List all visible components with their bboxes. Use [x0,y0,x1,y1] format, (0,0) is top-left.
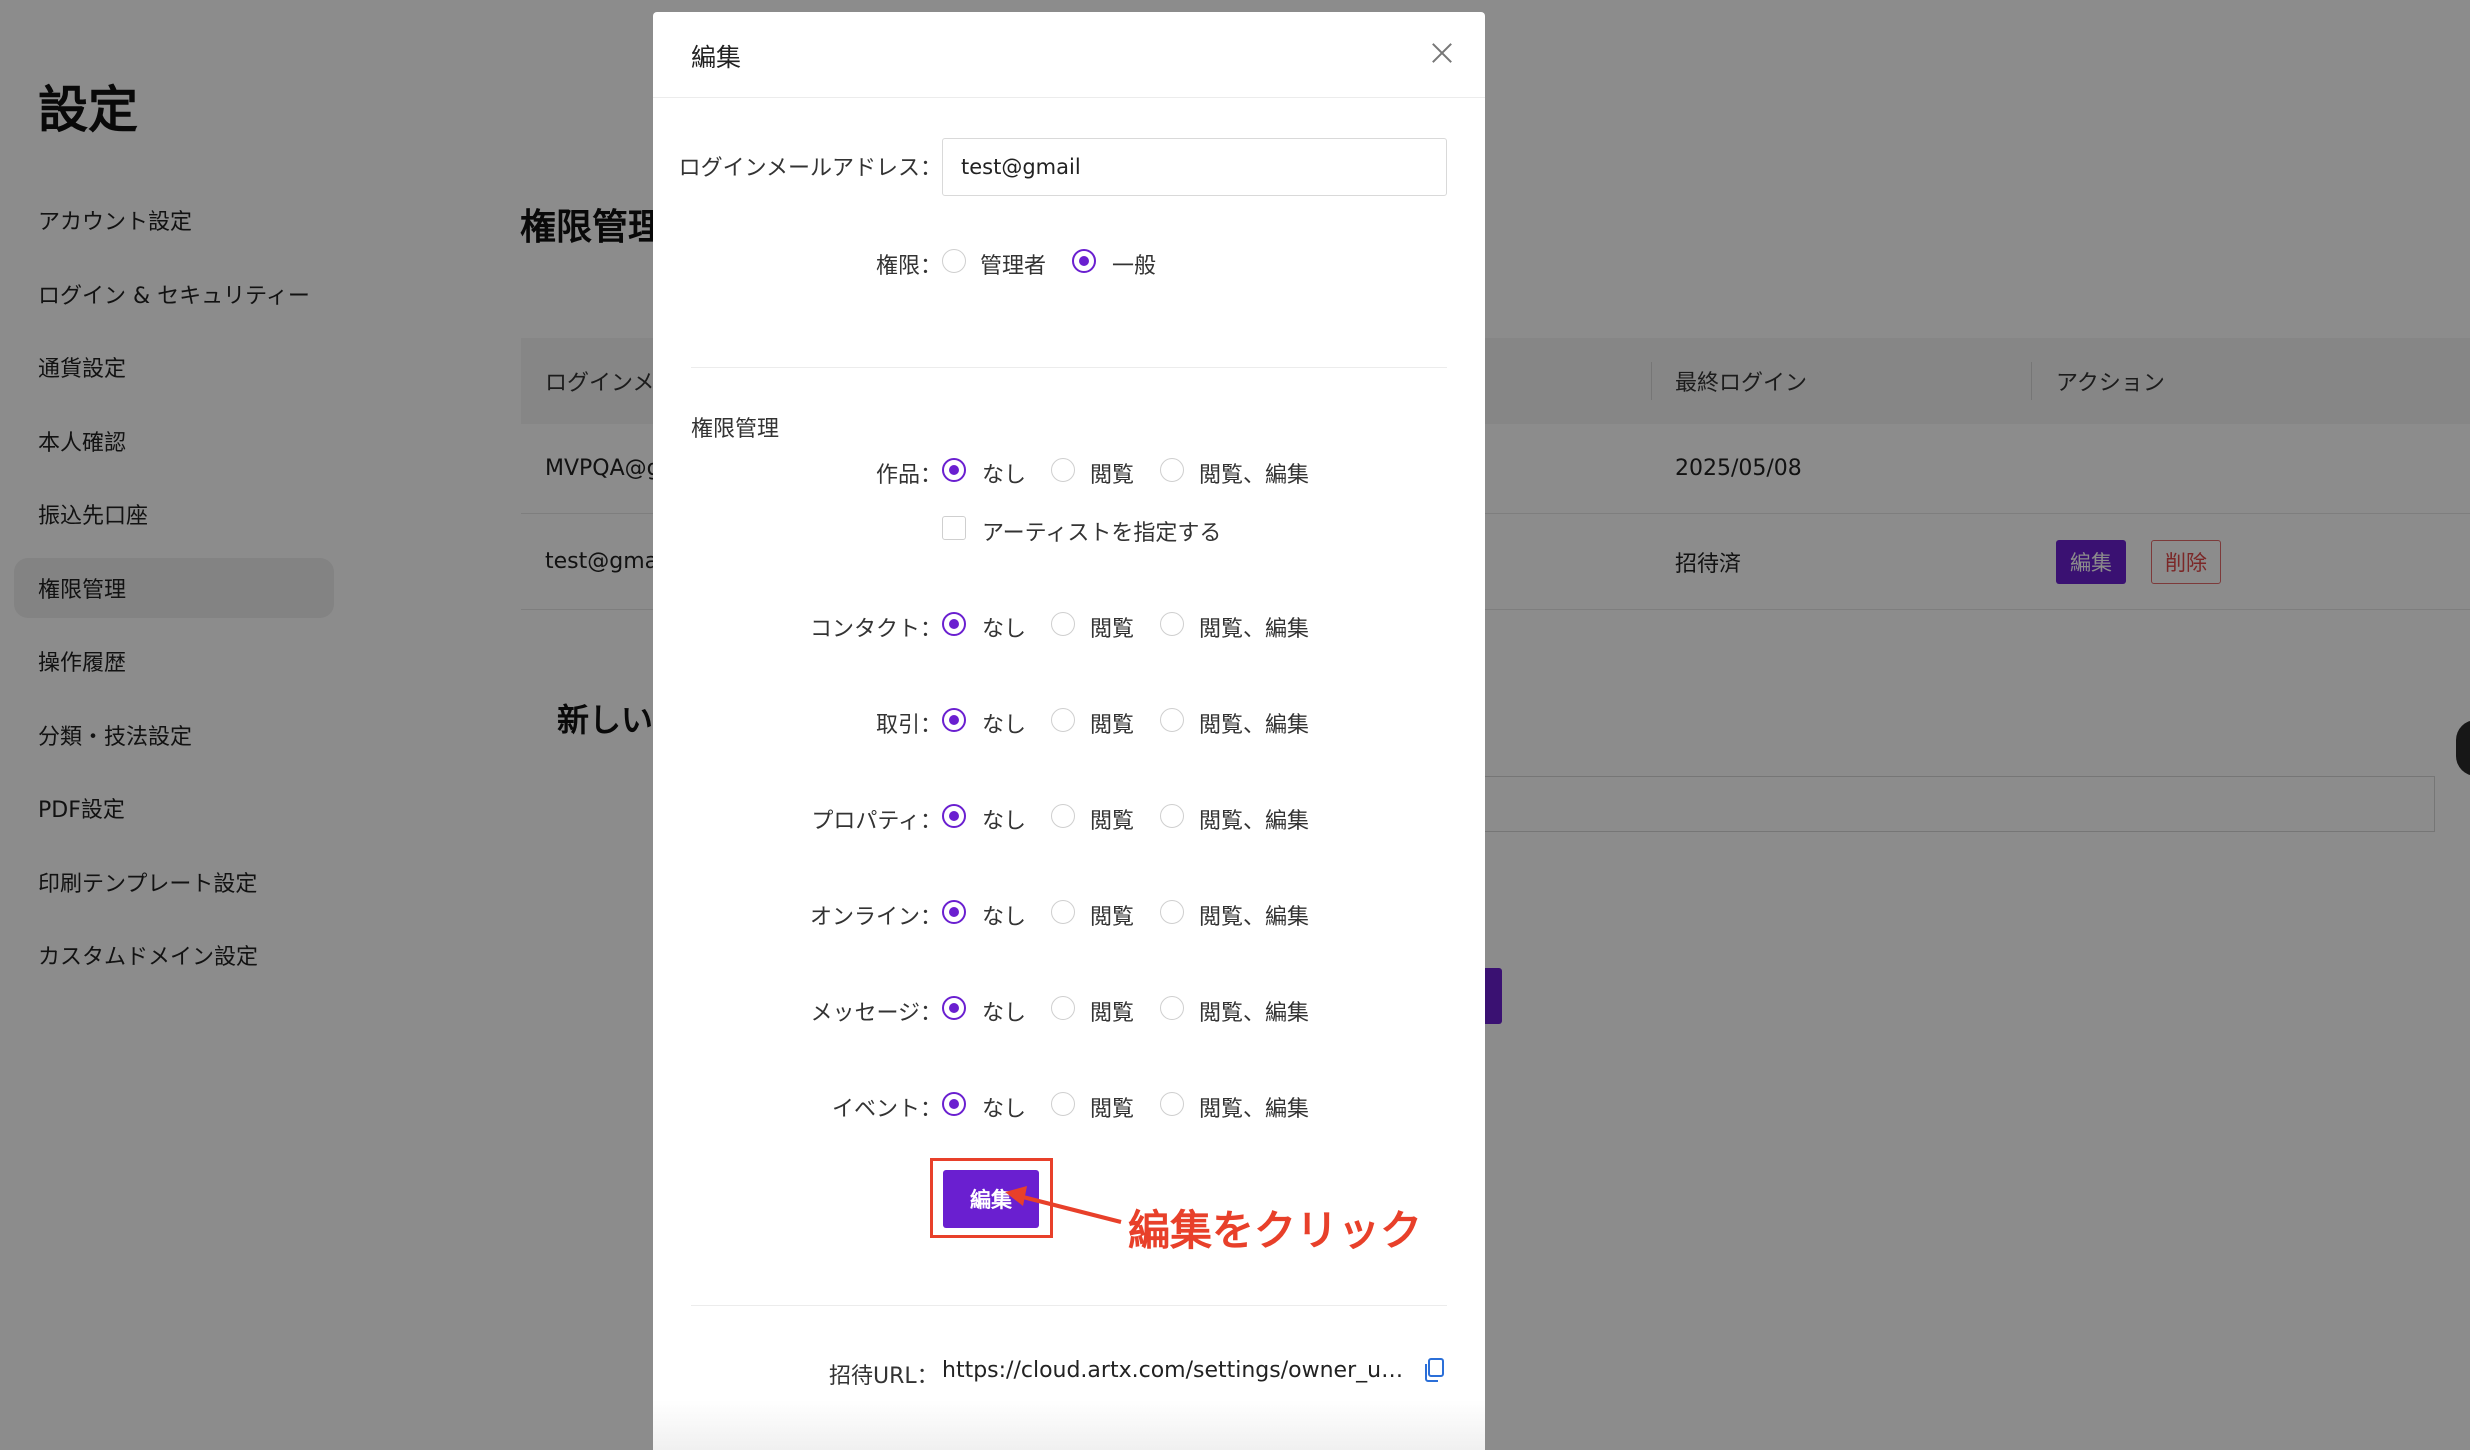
option-label: 閲覧、編集 [1199,617,1310,642]
perm-label-property: プロパティ： [811,809,942,834]
option-label: 閲覧 [1090,713,1135,738]
deals-view-radio[interactable] [1051,708,1075,732]
role-general-label: 一般 [1112,254,1157,279]
event-view-radio[interactable] [1051,1092,1075,1116]
option-label: 閲覧、編集 [1199,463,1310,488]
option-label: 閲覧 [1090,1097,1135,1122]
invite-url-value: https://cloud.artx.com/settings/owner_us… [942,1358,1412,1383]
event-view-edit-radio[interactable] [1160,1092,1184,1116]
annotation-arrow-icon [1005,1186,1122,1224]
artist-checkbox[interactable] [942,516,966,540]
contact-view-radio[interactable] [1051,612,1075,636]
modal-header: 編集 [653,12,1485,98]
option-label: なし [982,463,1027,488]
close-icon[interactable] [1427,38,1457,68]
copy-icon[interactable] [1423,1358,1445,1382]
deals-none-radio[interactable] [942,708,966,732]
perm-label-contact: コンタクト： [809,617,942,642]
option-label: 閲覧 [1090,809,1135,834]
invite-url-label: 招待URL： [829,1364,939,1389]
role-admin-label: 管理者 [980,254,1047,279]
role-general-radio[interactable] [1072,249,1096,273]
option-label: 閲覧、編集 [1199,1001,1310,1026]
works-view-radio[interactable] [1051,458,1075,482]
option-label: 閲覧 [1090,905,1135,930]
annotation-text: 編集をクリック [1128,1206,1423,1255]
role-label: 権限： [875,254,942,279]
option-label: なし [982,1001,1027,1026]
message-view-edit-radio[interactable] [1160,996,1184,1020]
perm-label-event: イベント： [831,1097,942,1122]
bottom-fade [653,1400,1485,1450]
property-none-radio[interactable] [942,804,966,828]
option-label: 閲覧、編集 [1199,905,1310,930]
permissions-heading: 権限管理 [691,417,780,442]
option-label: なし [982,905,1027,930]
perm-label-deals: 取引： [875,713,942,738]
option-label: なし [982,617,1027,642]
contact-none-radio[interactable] [942,612,966,636]
modal-title: 編集 [691,43,742,72]
option-label: 閲覧、編集 [1199,713,1310,738]
contact-view-edit-radio[interactable] [1160,612,1184,636]
works-view-edit-radio[interactable] [1160,458,1184,482]
option-label: 閲覧 [1090,463,1135,488]
edit-modal: 編集 ログインメールアドレス： 権限： 管理者 一般 権限管理 作品： なし 閲… [653,12,1485,1450]
works-none-radio[interactable] [942,458,966,482]
option-label: 閲覧、編集 [1199,809,1310,834]
online-none-radio[interactable] [942,900,966,924]
role-admin-radio[interactable] [942,249,966,273]
perm-label-works: 作品： [875,463,942,488]
perm-label-message: メッセージ： [810,1001,942,1026]
online-view-radio[interactable] [1051,900,1075,924]
option-label: なし [982,809,1027,834]
divider [691,367,1447,368]
option-label: 閲覧 [1090,617,1135,642]
option-label: なし [982,713,1027,738]
perm-label-online: オンライン： [809,905,942,930]
artist-checkbox-label: アーティストを指定する [982,521,1222,546]
message-view-radio[interactable] [1051,996,1075,1020]
option-label: なし [982,1097,1027,1122]
online-view-edit-radio[interactable] [1160,900,1184,924]
event-none-radio[interactable] [942,1092,966,1116]
email-field[interactable] [942,138,1447,196]
property-view-radio[interactable] [1051,804,1075,828]
message-none-radio[interactable] [942,996,966,1020]
option-label: 閲覧 [1090,1001,1135,1026]
deals-view-edit-radio[interactable] [1160,708,1184,732]
option-label: 閲覧、編集 [1199,1097,1310,1122]
divider [691,1305,1447,1306]
property-view-edit-radio[interactable] [1160,804,1184,828]
email-label: ログインメールアドレス： [678,156,942,181]
